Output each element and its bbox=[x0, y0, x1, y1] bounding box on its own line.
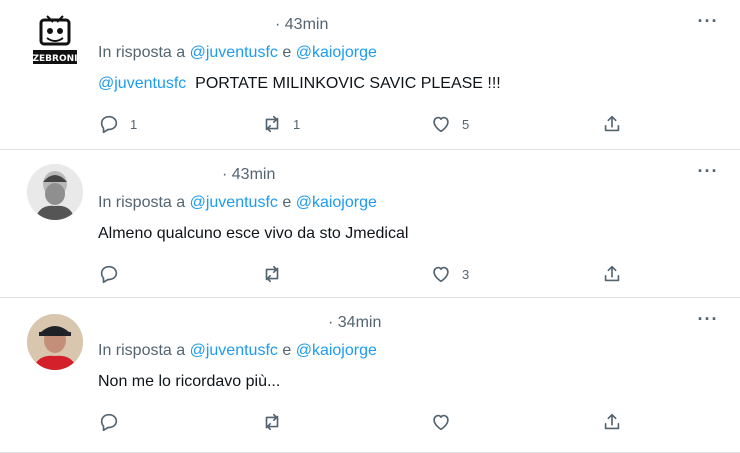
reply-icon bbox=[100, 265, 118, 284]
tweet-item[interactable]: ZEBRONI · 43min ··· In risposta a @juven… bbox=[0, 0, 740, 150]
like-button[interactable]: 5 bbox=[430, 112, 469, 136]
share-button[interactable] bbox=[601, 112, 623, 136]
tweet-body: PORTATE MILINKOVIC SAVIC PLEASE !!! bbox=[195, 75, 501, 92]
share-icon bbox=[604, 115, 620, 132]
retweet-icon bbox=[265, 115, 279, 133]
reply-button[interactable] bbox=[98, 410, 120, 434]
tweet-body: Almeno qualcuno esce vivo da sto Jmedica… bbox=[98, 225, 409, 242]
more-options-icon[interactable]: ··· bbox=[696, 310, 720, 332]
retweet-icon bbox=[265, 413, 279, 431]
avatar-logo-text: ZEBRONI bbox=[33, 54, 78, 64]
reply-prefix: In risposta a bbox=[98, 44, 186, 61]
like-count: 3 bbox=[462, 266, 470, 282]
mention-link[interactable]: @kaiojorge bbox=[296, 342, 377, 359]
tweet-actions: 1 1 5 bbox=[98, 112, 638, 136]
mention-link[interactable]: @juventusfc bbox=[190, 194, 278, 211]
like-button[interactable]: 3 bbox=[430, 262, 469, 286]
avatar[interactable] bbox=[27, 164, 83, 220]
tweet-body: Non me lo ricordavo più... bbox=[98, 373, 281, 390]
avatar[interactable]: ZEBRONI bbox=[27, 14, 83, 70]
user-avatar-icon bbox=[27, 314, 83, 370]
heart-icon bbox=[433, 116, 449, 133]
tweet-time[interactable]: · 34min bbox=[328, 314, 381, 332]
reply-button[interactable] bbox=[98, 262, 120, 286]
retweet-button[interactable] bbox=[261, 410, 283, 434]
reply-icon bbox=[100, 115, 118, 134]
tweet-text: Non me lo ricordavo più... bbox=[98, 373, 280, 391]
heart-icon bbox=[433, 266, 449, 283]
reply-context: In risposta a @juventusfc e @kaiojorge bbox=[98, 342, 377, 360]
mention-link[interactable]: @kaiojorge bbox=[296, 44, 377, 61]
tweet-time[interactable]: · 43min bbox=[275, 16, 328, 34]
reply-prefix: In risposta a bbox=[98, 342, 186, 359]
reply-prefix: In risposta a bbox=[98, 194, 186, 211]
reply-count: 1 bbox=[130, 116, 138, 132]
mention-link[interactable]: @kaiojorge bbox=[296, 194, 377, 211]
share-icon bbox=[604, 413, 620, 430]
retweet-button[interactable]: 1 bbox=[261, 112, 300, 136]
reply-and: e bbox=[282, 194, 292, 211]
reply-context: In risposta a @juventusfc e @kaiojorge bbox=[98, 194, 377, 212]
retweet-count: 1 bbox=[293, 116, 301, 132]
mention-link[interactable]: @juventusfc bbox=[190, 342, 278, 359]
more-options-icon[interactable]: ··· bbox=[696, 12, 720, 34]
share-button[interactable] bbox=[601, 262, 623, 286]
tweet-item[interactable]: · 43min ··· In risposta a @juventusfc e … bbox=[0, 150, 740, 298]
tweet-text: Almeno qualcuno esce vivo da sto Jmedica… bbox=[98, 225, 408, 243]
tweet-item[interactable]: · 34min ··· In risposta a @juventusfc e … bbox=[0, 298, 740, 453]
share-button[interactable] bbox=[601, 410, 623, 434]
tweet-text: @juventusfc PORTATE MILINKOVIC SAVIC PLE… bbox=[98, 75, 501, 93]
reply-icon bbox=[100, 413, 118, 432]
retweet-button[interactable] bbox=[261, 262, 283, 286]
reply-and: e bbox=[282, 342, 292, 359]
reply-and: e bbox=[282, 44, 292, 61]
heart-icon bbox=[433, 414, 449, 431]
tweet-time[interactable]: · 43min bbox=[222, 166, 275, 184]
zebroni-logo-icon: ZEBRONI bbox=[33, 15, 78, 64]
reply-context: In risposta a @juventusfc e @kaiojorge bbox=[98, 44, 377, 62]
tweet-actions bbox=[98, 410, 638, 434]
mention-link[interactable]: @juventusfc bbox=[190, 44, 278, 61]
mention-link[interactable]: @juventusfc bbox=[98, 75, 186, 92]
retweet-icon bbox=[265, 265, 279, 283]
avatar[interactable] bbox=[27, 314, 83, 370]
more-options-icon[interactable]: ··· bbox=[696, 162, 720, 184]
like-button[interactable] bbox=[430, 410, 452, 434]
tweet-actions: 3 bbox=[98, 262, 638, 286]
share-icon bbox=[604, 265, 620, 282]
reply-button[interactable]: 1 bbox=[98, 112, 137, 136]
user-avatar-icon bbox=[27, 164, 83, 220]
like-count: 5 bbox=[462, 116, 470, 132]
